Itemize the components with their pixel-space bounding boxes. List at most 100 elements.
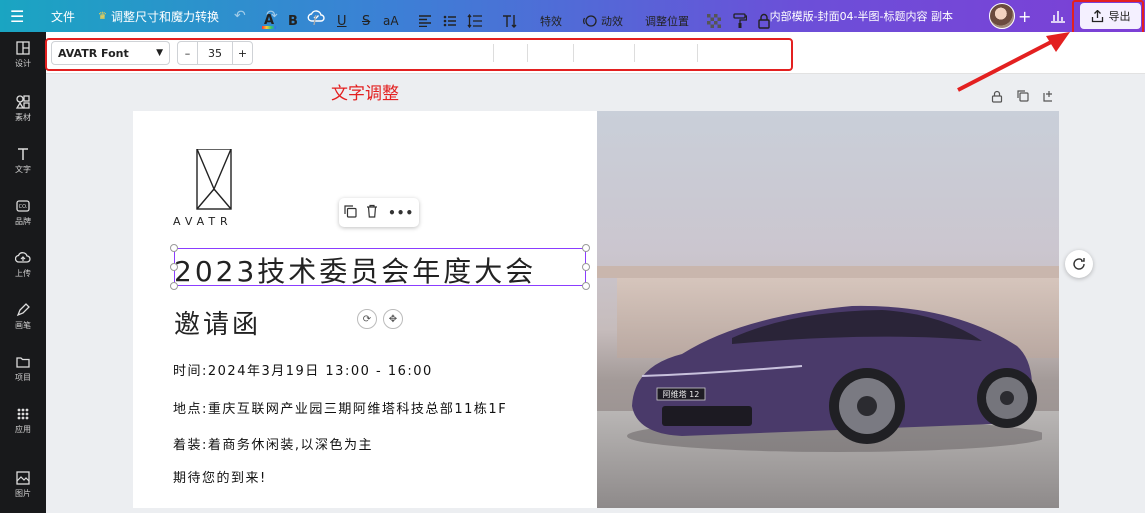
toolbar-divider [527, 44, 528, 62]
event-time[interactable]: 时间:2024年3月19日 13:00 - 16:00 [173, 360, 433, 379]
event-dress-code[interactable]: 着装:着商务休闲装,以深色为主 [173, 434, 373, 453]
font-size-stepper: – 35 + [177, 41, 253, 65]
elements-icon [15, 94, 30, 109]
draw-icon [16, 302, 30, 316]
event-location[interactable]: 地点:重庆互联网产业园三期阿维塔科技总部11栋1F [173, 398, 507, 417]
duplicate-icon[interactable] [344, 204, 357, 221]
export-icon [1091, 9, 1103, 22]
rotate-icon[interactable]: ⟳ [357, 309, 377, 329]
lock-page-icon[interactable] [991, 90, 1003, 106]
export-button[interactable]: 导出 [1080, 3, 1141, 29]
resize-handle[interactable] [170, 244, 178, 252]
sidebar-label: 素材 [15, 112, 31, 122]
comment-refresh-icon[interactable] [1065, 250, 1093, 278]
italic-button[interactable]: I [313, 0, 317, 42]
sidebar-label: 设计 [15, 58, 31, 68]
sidebar-label: 项目 [15, 372, 31, 382]
image-icon [16, 470, 30, 485]
resize-handle[interactable] [582, 244, 590, 252]
license-plate: 阿维塔 12 [663, 389, 700, 399]
toolbar-divider [634, 44, 635, 62]
sidebar-item-draw[interactable]: 画笔 [0, 294, 46, 338]
svg-text:CO.: CO. [19, 204, 28, 210]
animate-icon [583, 15, 597, 27]
animate-button[interactable]: 动效 [583, 0, 623, 42]
sidebar-item-projects[interactable]: 项目 [0, 346, 46, 390]
logo-text: AVATR [173, 215, 233, 228]
event-title[interactable]: 2023技术委员会年度大会 [174, 250, 536, 290]
file-menu[interactable]: 文件 [51, 0, 75, 32]
invitation-subtitle[interactable]: 邀请函 [174, 304, 261, 341]
car-photo[interactable]: 阿维塔 12 [597, 111, 1059, 508]
upload-icon [15, 251, 31, 263]
sidebar-item-upload[interactable]: 上传 [0, 242, 46, 286]
element-context-menu: ••• [339, 198, 419, 227]
left-sidebar: 设计 素材 文字 CO. 品牌 上传 画笔 项目 应用 图片 [0, 32, 46, 513]
sidebar-item-apps[interactable]: 应用 [0, 398, 46, 442]
animate-label: 动效 [601, 15, 623, 28]
folder-icon [16, 356, 30, 368]
font-family-dropdown[interactable]: AVATR Font ▼ [51, 41, 170, 65]
add-page-icon[interactable] [1043, 90, 1055, 105]
apps-icon [17, 408, 29, 419]
sidebar-item-elements[interactable]: 素材 [0, 86, 46, 130]
hamburger-icon[interactable]: ☰ [10, 0, 24, 32]
text-icon [18, 147, 28, 160]
strikethrough-button[interactable]: S [362, 0, 370, 42]
photo-wall [597, 266, 1059, 278]
sidebar-item-text[interactable]: 文字 [0, 138, 46, 182]
position-button[interactable]: 调整位置 [645, 0, 689, 42]
more-options-icon[interactable]: ••• [388, 206, 414, 220]
sidebar-label: 品牌 [15, 216, 31, 226]
sidebar-item-design[interactable]: 设计 [0, 32, 46, 76]
avatar[interactable] [989, 3, 1015, 29]
line-spacing-icon[interactable] [467, 0, 483, 42]
resize-handle[interactable] [170, 263, 178, 271]
export-label: 导出 [1108, 10, 1131, 23]
sidebar-item-brand[interactable]: CO. 品牌 [0, 190, 46, 234]
undo-icon[interactable]: ↶ [234, 0, 246, 32]
sidebar-label: 画笔 [15, 320, 31, 330]
font-size-input[interactable]: 35 [198, 42, 232, 64]
font-size-decrease-button[interactable]: – [178, 42, 198, 64]
document-title[interactable]: 内部模版-封面04-半图-标题内容 副本 [770, 0, 953, 32]
resize-label: 调整尺寸和魔力转换 [110, 9, 219, 24]
effects-button[interactable]: 特效 [540, 0, 562, 42]
text-color-icon: A [262, 13, 276, 29]
resize-button[interactable]: ♛ 调整尺寸和魔力转换 [98, 0, 219, 32]
trash-icon[interactable] [366, 204, 378, 221]
sidebar-label: 应用 [15, 424, 31, 434]
toolbar-divider [573, 44, 574, 62]
toolbar-divider [697, 44, 698, 62]
toolbar-divider [493, 44, 494, 62]
text-color-button[interactable]: A [261, 0, 277, 42]
layout-icon [16, 40, 30, 55]
font-family-value: AVATR Font [58, 46, 129, 60]
annotation-text-adjust: 文字调整 [331, 84, 399, 104]
sidebar-label: 上传 [15, 268, 31, 278]
bold-button[interactable]: B [288, 0, 298, 42]
paint-roller-icon[interactable] [733, 0, 747, 42]
resize-handle[interactable] [170, 282, 178, 290]
text-orientation-icon[interactable] [502, 0, 520, 42]
lock-icon[interactable] [757, 0, 771, 42]
resize-handle[interactable] [582, 282, 590, 290]
annotation-arrow [957, 32, 1070, 92]
sidebar-label: 图片 [15, 488, 31, 498]
crown-icon: ♛ [98, 10, 107, 22]
resize-handle[interactable] [582, 263, 590, 271]
sidebar-label: 文字 [15, 164, 31, 174]
event-closing[interactable]: 期待您的到来! [173, 467, 267, 486]
svg-text:A: A [264, 13, 274, 28]
underline-button[interactable]: U [337, 0, 347, 42]
sidebar-item-photos[interactable]: 图片 [0, 462, 46, 506]
transparency-icon[interactable] [707, 0, 721, 42]
duplicate-page-icon[interactable] [1017, 90, 1029, 105]
move-icon[interactable]: ✥ [383, 309, 403, 329]
letter-case-button[interactable]: aA [383, 0, 399, 42]
bullet-list-icon[interactable] [443, 0, 457, 42]
font-size-increase-button[interactable]: + [232, 42, 252, 64]
align-left-icon[interactable] [418, 0, 432, 42]
brand-icon: CO. [16, 199, 30, 212]
chevron-down-icon: ▼ [156, 48, 163, 58]
